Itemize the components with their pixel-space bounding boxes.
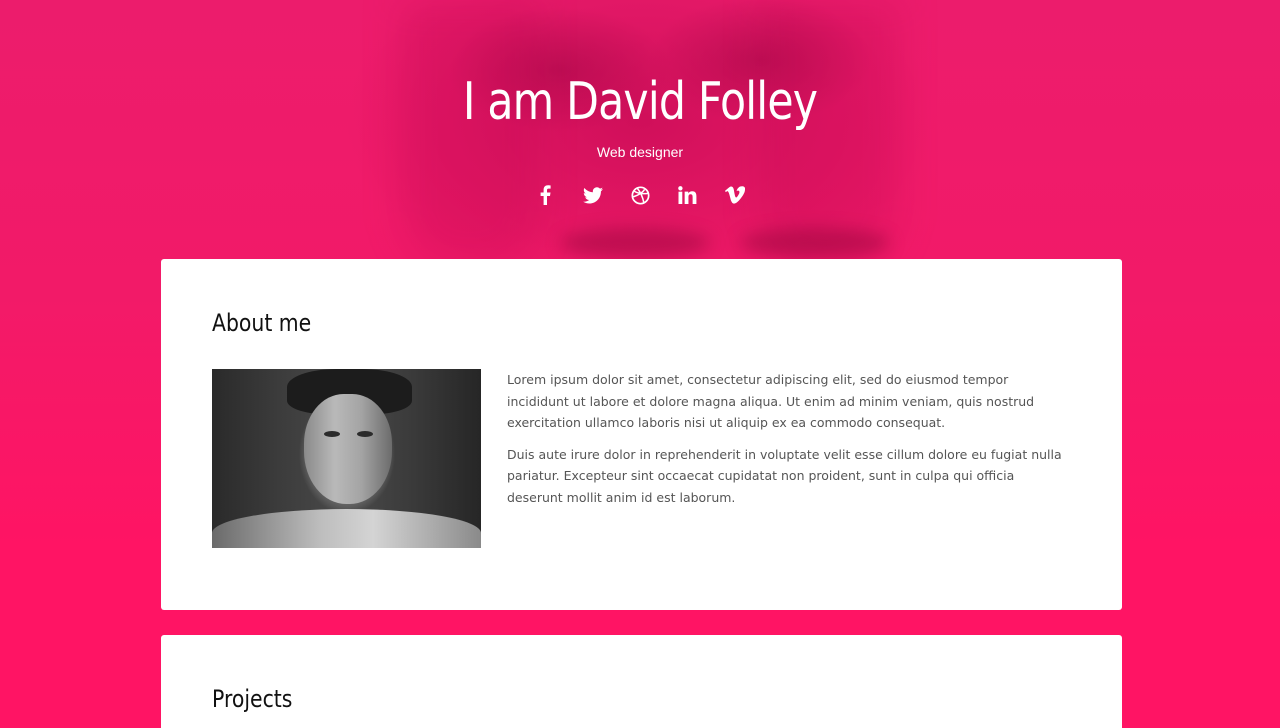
vimeo-link[interactable] (720, 180, 750, 210)
about-card: About me Lorem ipsum dolor sit amet, con… (161, 259, 1122, 610)
about-paragraph: Duis aute irure dolor in reprehenderit i… (507, 446, 1062, 505)
about-heading: About me (212, 309, 312, 337)
twitter-link[interactable] (578, 180, 608, 210)
linkedin-link[interactable] (673, 180, 703, 210)
about-paragraph: Lorem ipsum dolor sit amet, consectetur … (507, 372, 1035, 430)
about-text: Lorem ipsum dolor sit amet, consectetur … (507, 369, 1073, 518)
page-title: I am David Folley (462, 72, 818, 132)
vimeo-icon (725, 186, 745, 204)
projects-card: Projects (161, 635, 1122, 728)
dribbble-icon (630, 185, 650, 205)
projects-heading: Projects (212, 685, 293, 713)
social-links (530, 180, 750, 210)
subtitle-role: Web designer (596, 144, 684, 160)
photo-eye-right (357, 431, 373, 437)
facebook-icon (540, 185, 551, 205)
dribbble-link[interactable] (625, 180, 655, 210)
linkedin-icon (678, 186, 697, 204)
twitter-icon (582, 186, 603, 203)
profile-photo (212, 369, 481, 548)
photo-face (304, 394, 392, 504)
photo-shirt (212, 509, 481, 548)
facebook-link[interactable] (530, 180, 560, 210)
site-header: I am David Folley Web designer (0, 0, 1280, 259)
photo-eye-left (324, 431, 340, 437)
